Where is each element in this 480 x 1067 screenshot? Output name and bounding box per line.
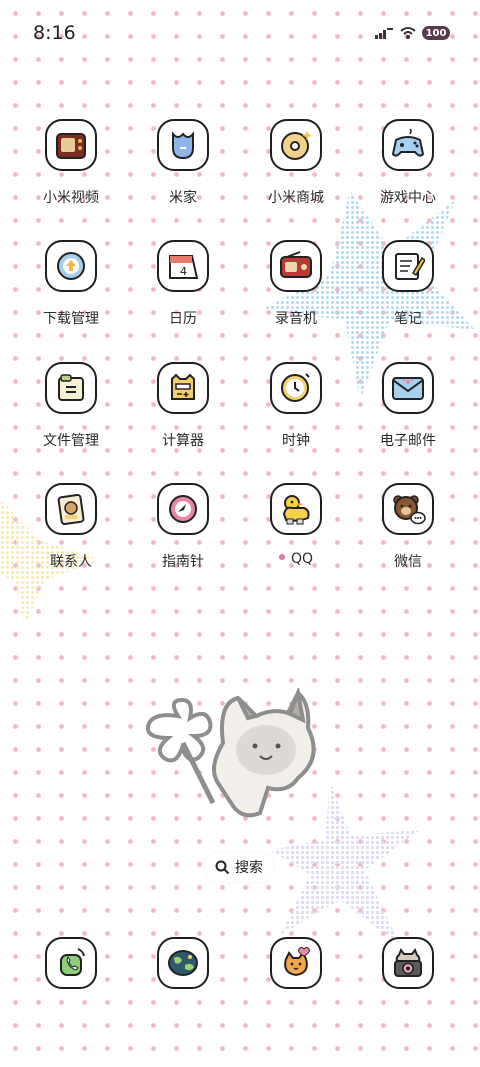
app-download-manager[interactable]: 下载管理 xyxy=(15,233,127,328)
signal-icon xyxy=(375,28,393,39)
app-email[interactable]: 电子邮件 xyxy=(352,355,464,450)
wechat-bear-icon xyxy=(382,483,434,535)
browser-globe-icon xyxy=(157,937,209,989)
app-label: 文件管理 xyxy=(43,433,99,449)
notes-icon xyxy=(382,240,434,292)
new-install-dot xyxy=(278,554,285,560)
app-file-manager[interactable]: 文件管理 xyxy=(15,355,127,450)
download-icon xyxy=(45,240,97,292)
app-label: 录音机 xyxy=(275,311,317,327)
app-label: 下载管理 xyxy=(43,311,99,327)
phone-icon xyxy=(45,937,97,989)
compass-icon xyxy=(157,483,209,535)
status-icons: 100 xyxy=(374,24,450,42)
battery-icon: 100 xyxy=(422,26,450,40)
qq-duck-icon xyxy=(270,483,322,535)
mijia-icon xyxy=(157,119,209,171)
app-game-center[interactable]: 游戏中心 xyxy=(352,112,464,207)
search-label: 搜索 xyxy=(235,860,263,876)
app-notes[interactable]: 笔记 xyxy=(352,233,464,328)
svg-text:4: 4 xyxy=(180,265,187,278)
app-label: 微信 xyxy=(394,554,422,570)
donut-icon xyxy=(270,119,322,171)
app-label: 日历 xyxy=(169,311,197,327)
app-label: 电子邮件 xyxy=(380,433,436,449)
app-calendar[interactable]: 4 日历 xyxy=(127,233,239,328)
app-label-text: QQ xyxy=(290,551,314,567)
contacts-icon xyxy=(45,483,97,535)
app-label: 联系人 xyxy=(50,554,92,570)
app-qq[interactable]: QQ xyxy=(240,476,352,567)
dock-phone[interactable] xyxy=(15,930,127,989)
app-label: 小米视频 xyxy=(43,190,99,206)
app-label: 小米商城 xyxy=(268,190,324,206)
app-label: QQ xyxy=(240,551,352,567)
radio-icon xyxy=(270,240,322,292)
search-icon xyxy=(215,860,230,874)
app-label: 指南针 xyxy=(162,554,204,570)
dock-browser[interactable] xyxy=(127,930,239,989)
app-recorder[interactable]: 录音机 xyxy=(240,233,352,328)
status-time: 8:16 xyxy=(33,22,76,44)
tv-icon xyxy=(45,119,97,171)
wifi-icon xyxy=(400,27,416,39)
calendar-icon: 4 xyxy=(157,240,209,292)
app-xiaomi-video[interactable]: 小米视频 xyxy=(15,112,127,207)
app-label: 时钟 xyxy=(282,433,310,449)
app-label: 计算器 xyxy=(162,433,204,449)
app-compass[interactable]: 指南针 xyxy=(127,476,239,571)
search-button[interactable]: 搜索 xyxy=(204,852,274,882)
dock xyxy=(0,930,480,1002)
dock-messages[interactable] xyxy=(240,930,352,989)
clock-icon xyxy=(270,362,322,414)
cat-clover-illustration xyxy=(145,688,316,818)
app-label: 笔记 xyxy=(394,311,422,327)
app-label: 游戏中心 xyxy=(380,190,436,206)
app-contacts[interactable]: 联系人 xyxy=(15,476,127,571)
app-xiaomi-mall[interactable]: 小米商城 xyxy=(240,112,352,207)
messages-cat-icon xyxy=(270,937,322,989)
app-clock[interactable]: 时钟 xyxy=(240,355,352,450)
app-wechat[interactable]: 微信 xyxy=(352,476,464,571)
app-label: 米家 xyxy=(169,190,197,206)
app-mijia[interactable]: 米家 xyxy=(127,112,239,207)
status-bar: 8:16 100 xyxy=(0,0,480,60)
folder-icon xyxy=(45,362,97,414)
mail-icon xyxy=(382,362,434,414)
calculator-icon xyxy=(157,362,209,414)
gamepad-icon xyxy=(382,119,434,171)
app-calculator[interactable]: 计算器 xyxy=(127,355,239,450)
dock-camera[interactable] xyxy=(352,930,464,989)
camera-icon xyxy=(382,937,434,989)
